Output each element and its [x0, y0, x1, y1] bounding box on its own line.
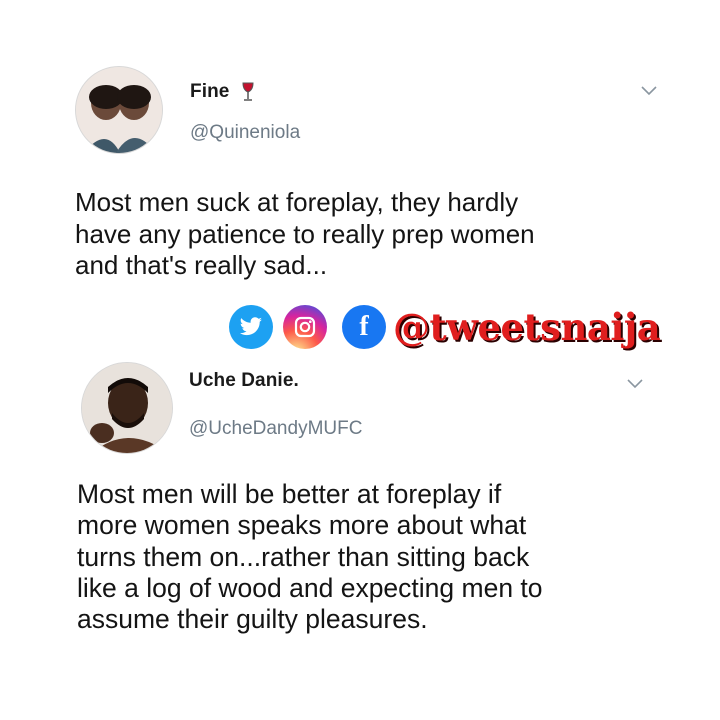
wine-glass-icon [242, 82, 254, 101]
watermark: f @tweetsnaija [225, 303, 665, 351]
avatar[interactable] [81, 362, 173, 454]
watermark-handle: @tweetsnaija [393, 305, 661, 349]
twitter-icon [229, 305, 273, 349]
user-handle[interactable]: @UcheDandyMUFC [189, 418, 362, 440]
instagram-icon [283, 305, 327, 349]
avatar-photo [76, 67, 162, 153]
chevron-down-icon[interactable] [641, 86, 657, 96]
display-name[interactable]: Fine [190, 81, 255, 103]
user-handle[interactable]: @Quineniola [190, 122, 300, 144]
tweet-card: Uche Danie. @UcheDandyMUFC Most men will… [0, 355, 720, 720]
avatar[interactable] [75, 66, 163, 154]
chevron-down-icon[interactable] [627, 379, 643, 389]
tweet-text: Most men will be better at foreplay if m… [77, 479, 543, 635]
tweet-card: Fine @Quineniola Most men suck at forepl… [0, 0, 720, 300]
display-name[interactable]: Uche Danie. [189, 370, 299, 392]
avatar-photo [82, 363, 172, 453]
facebook-icon: f [342, 305, 386, 349]
tweet-text: Most men suck at foreplay, they hardly h… [75, 187, 535, 280]
display-name-text: Fine [190, 81, 230, 102]
